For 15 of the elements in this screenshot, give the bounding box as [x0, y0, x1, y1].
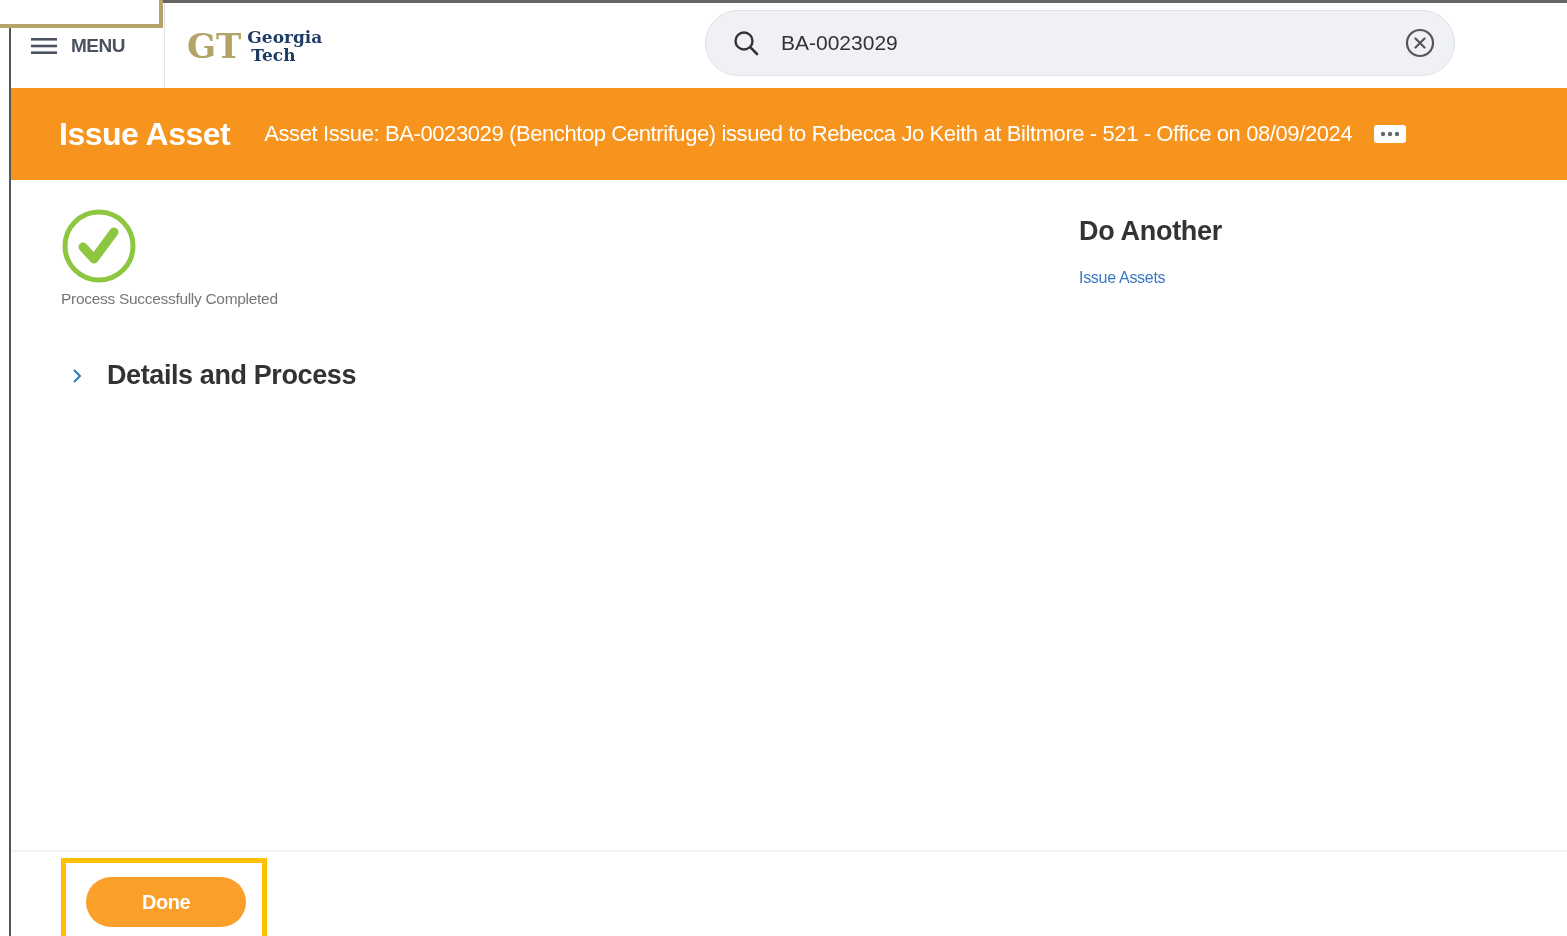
- success-check-icon: [61, 208, 137, 284]
- search-icon: [733, 29, 759, 56]
- menu-button[interactable]: MENU: [31, 34, 125, 57]
- more-button[interactable]: [1374, 125, 1407, 143]
- ellipsis-icon: [1380, 131, 1401, 137]
- chevron-icon: [71, 367, 83, 384]
- task-link[interactable]: Issue Assets: [1079, 269, 1166, 286]
- search-field[interactable]: BA-0023029: [705, 9, 1455, 76]
- page-subtitle: Asset Issue: BA-0023029 (Benchtop Centrifuge) issued to Rebecca Jo Keith at Biltmore - 521 - Office on 08/09/2024: [264, 121, 1353, 147]
- section-heading: Do Another: [1079, 216, 1222, 247]
- clear-icon[interactable]: [1405, 27, 1435, 58]
- menu-icon: [31, 36, 57, 55]
- status-message: Process Successfully Completed: [61, 290, 278, 308]
- details-toggle[interactable]: Details and Process: [71, 360, 357, 391]
- page-title: Issue Asset: [59, 115, 231, 153]
